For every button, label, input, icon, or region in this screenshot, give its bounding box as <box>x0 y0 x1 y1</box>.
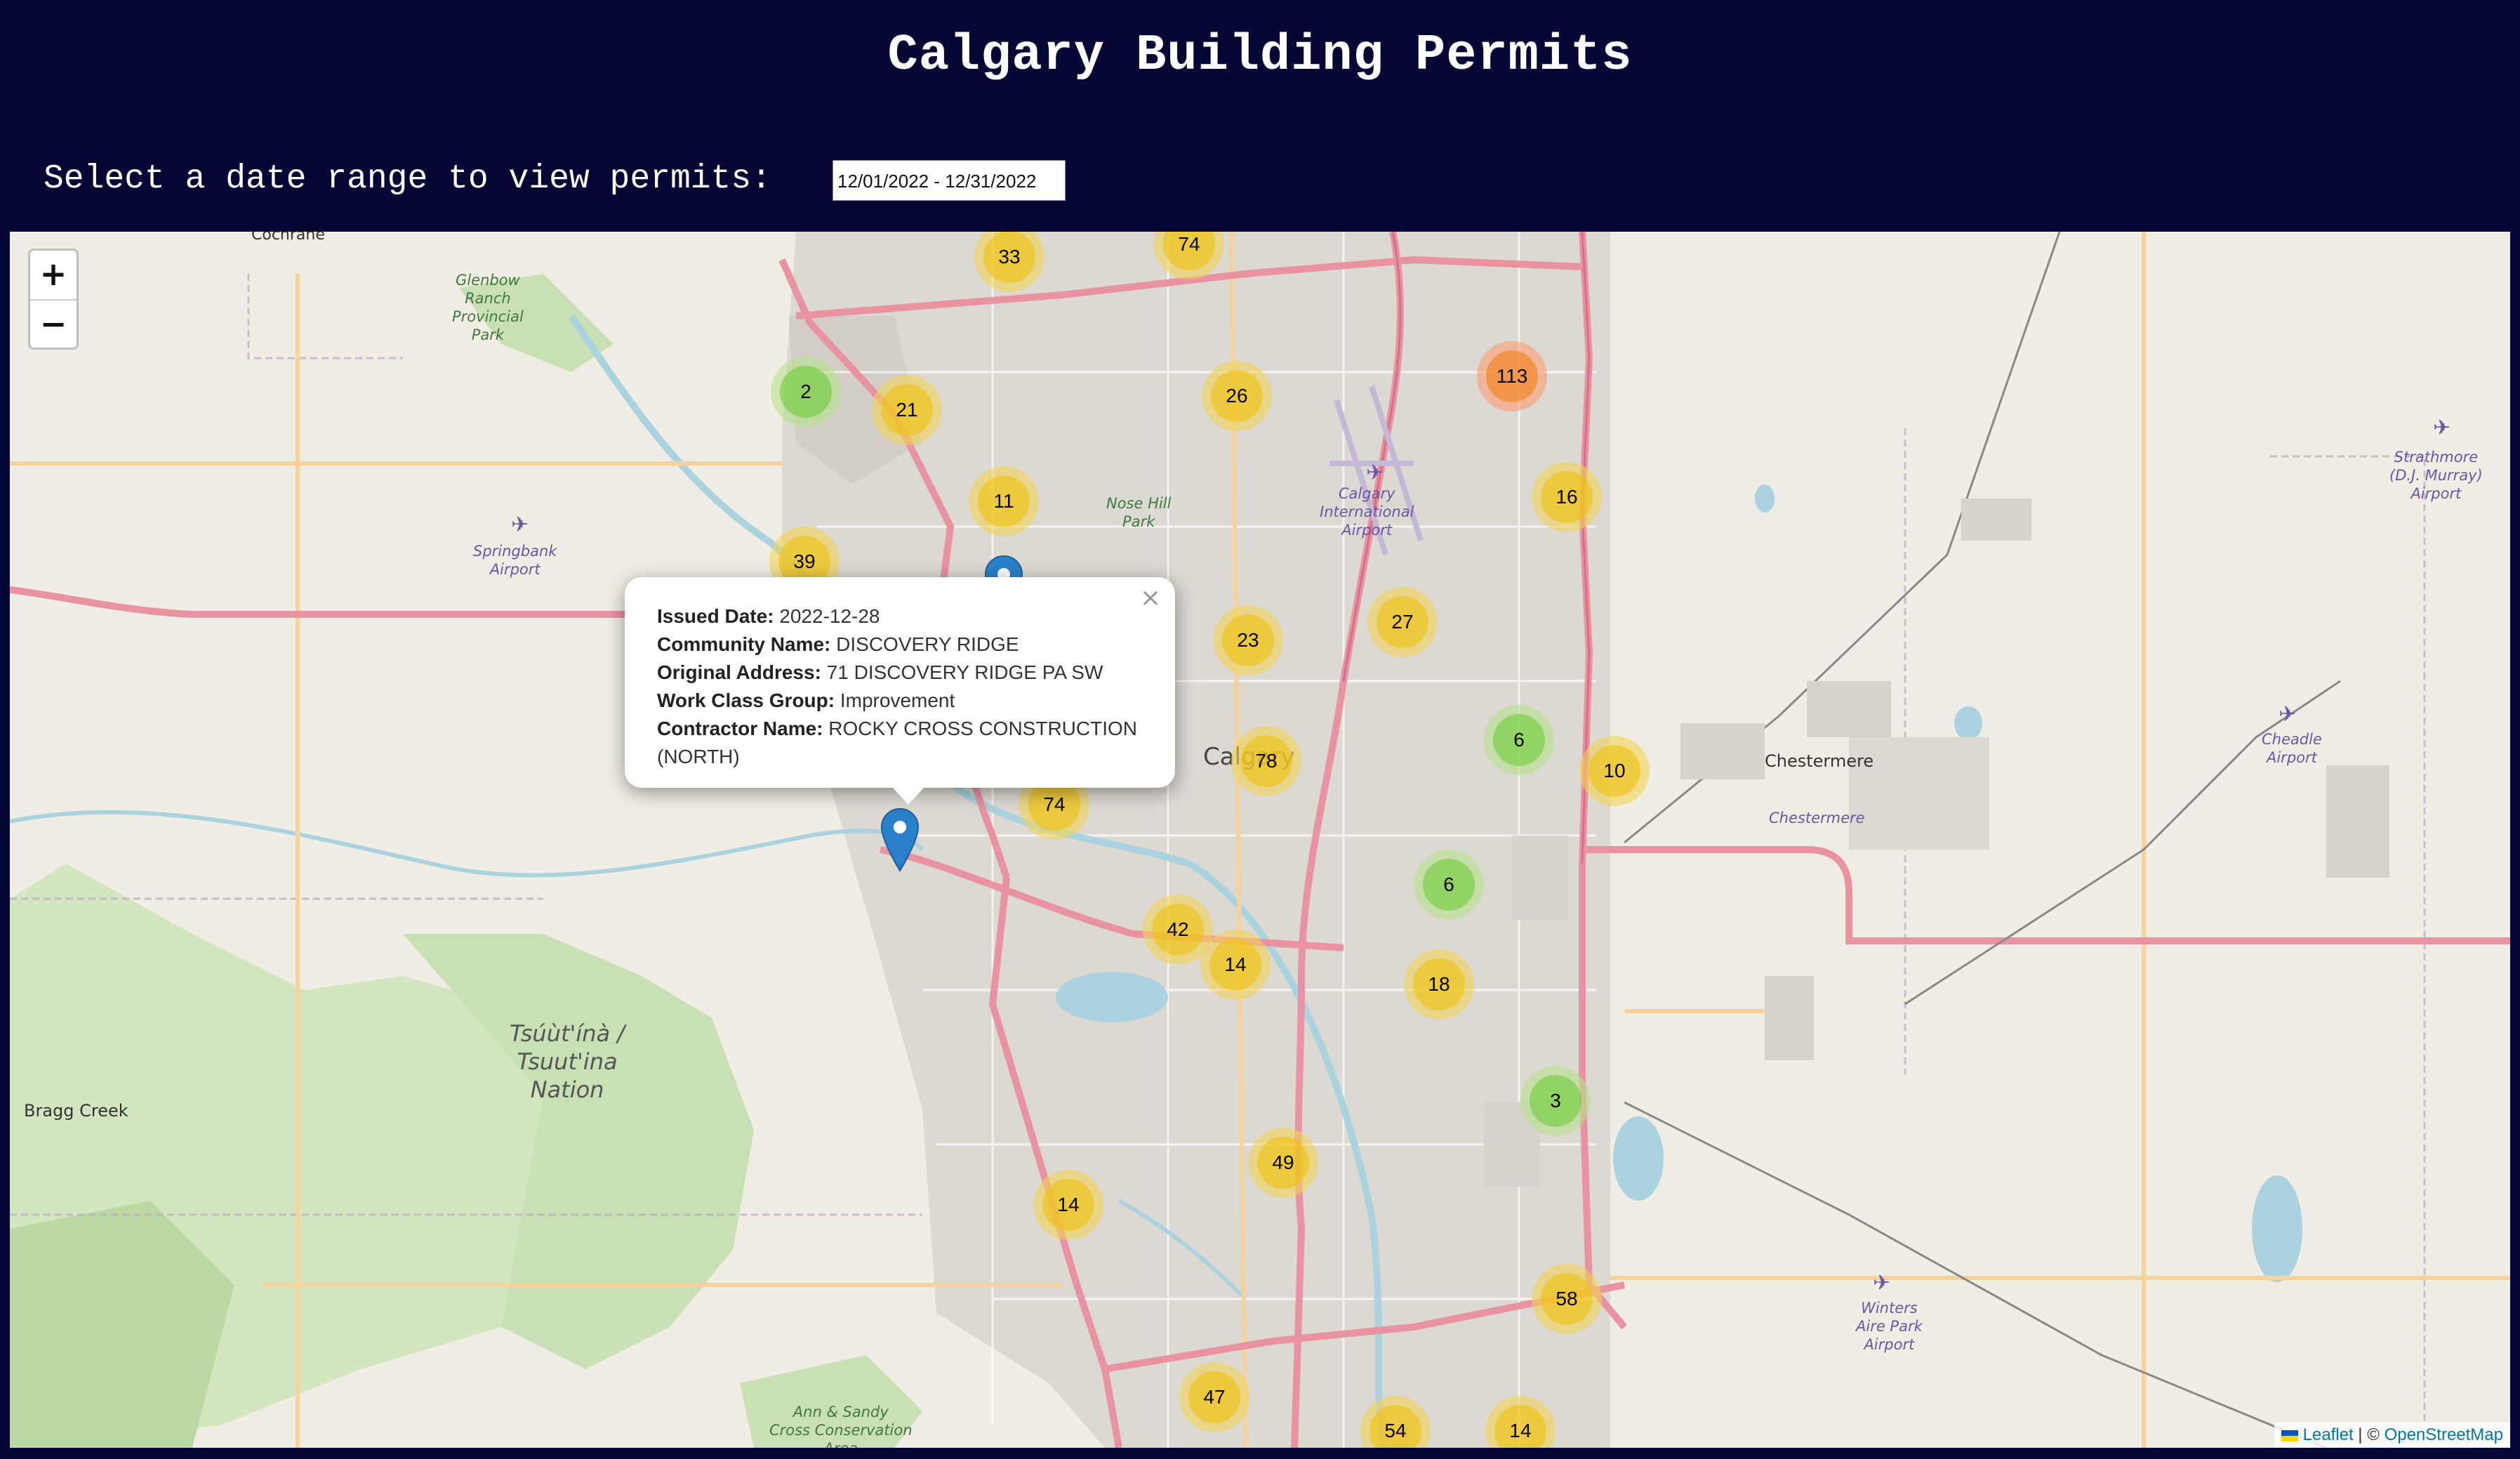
popup-work-class: Work Class Group: Improvement <box>657 687 1143 715</box>
cluster-marker[interactable]: 47 <box>1179 1362 1249 1432</box>
map-label-springbank: Springbank Airport <box>473 543 557 578</box>
cluster-count: 2 <box>780 366 832 418</box>
popup-close-button[interactable]: × <box>1140 584 1161 612</box>
popup-work-class-value: Improvement <box>840 689 955 711</box>
cluster-marker[interactable]: 11 <box>969 466 1039 536</box>
zoom-in-button[interactable]: + <box>30 251 77 299</box>
cluster-marker[interactable]: 18 <box>1404 949 1474 1019</box>
map-label-chestermere-lake: Chestermere <box>1769 810 1865 826</box>
cluster-count: 42 <box>1152 904 1204 956</box>
zoom-out-button[interactable]: − <box>30 299 77 348</box>
map-attribution: Leaflet | © OpenStreetMap <box>2274 1422 2510 1448</box>
map-label-cheadle-airport: Cheadle Airport <box>2262 731 2322 766</box>
openstreetmap-link[interactable]: OpenStreetMap <box>2385 1425 2503 1444</box>
cluster-marker[interactable]: 10 <box>1579 736 1650 806</box>
map-label-chestermere: Chestermere <box>1765 751 1874 771</box>
cluster-marker[interactable]: 23 <box>1213 605 1283 675</box>
popup-contractor: Contractor Name: ROCKY CROSS CONSTRUCTIO… <box>657 715 1143 771</box>
location-pin-icon[interactable] <box>880 807 920 872</box>
cluster-marker[interactable]: 14 <box>1033 1170 1103 1240</box>
map-label-strathmore-airport: Strathmore (D.J. Murray) Airport <box>2389 449 2483 502</box>
cluster-marker[interactable]: 6 <box>1484 705 1554 775</box>
cluster-count: 6 <box>1423 859 1475 911</box>
cluster-marker[interactable]: 14 <box>1200 930 1271 1000</box>
ukraine-flag-icon <box>2281 1430 2298 1441</box>
cluster-marker[interactable]: 3 <box>1520 1066 1591 1136</box>
cluster-count: 27 <box>1377 596 1428 648</box>
date-range-input[interactable]: 12/01/2022 - 12/31/2022 <box>833 160 1066 201</box>
cluster-count: 54 <box>1370 1405 1421 1448</box>
map-label-cochrane: Cochrane <box>251 232 325 244</box>
header: Calgary Building Permits Select a date r… <box>0 0 2520 232</box>
attribution-separator: | © <box>2358 1425 2380 1444</box>
map-label-nose-hill: Nose Hill Park <box>1106 495 1172 530</box>
popup-work-class-label: Work Class Group: <box>657 689 835 711</box>
cluster-marker[interactable]: 21 <box>872 375 942 445</box>
cluster-count: 26 <box>1211 370 1263 422</box>
cluster-count: 78 <box>1240 735 1292 787</box>
cluster-count: 74 <box>1163 232 1215 270</box>
cluster-count: 49 <box>1257 1137 1309 1189</box>
cluster-count: 18 <box>1413 958 1465 1010</box>
date-range-label: Select a date range to view permits: <box>44 160 771 198</box>
popup-issued-date: Issued Date: 2022-12-28 <box>657 602 1143 631</box>
permit-popup: × Issued Date: 2022-12-28 Community Name… <box>625 577 1175 788</box>
airport-icon: ✈ <box>1873 1271 1891 1295</box>
cluster-count: 113 <box>1486 350 1538 402</box>
cluster-count: 14 <box>1209 939 1261 991</box>
cluster-count: 6 <box>1493 714 1545 766</box>
popup-contractor-label: Contractor Name: <box>657 718 823 739</box>
cluster-marker[interactable]: 6 <box>1414 850 1484 920</box>
popup-community: Community Name: DISCOVERY RIDGE <box>657 631 1143 659</box>
cluster-marker[interactable]: 2 <box>771 357 841 427</box>
cluster-marker[interactable]: 16 <box>1532 462 1602 532</box>
map-label-calgary-airport: Calgary International Airport <box>1320 485 1414 539</box>
cluster-count: 58 <box>1541 1273 1593 1325</box>
airport-icon: ✈ <box>511 513 529 537</box>
cluster-count: 21 <box>881 384 933 436</box>
airport-icon: ✈ <box>2433 416 2451 440</box>
popup-issued-date-value: 2022-12-28 <box>779 605 880 627</box>
cluster-marker[interactable]: 78 <box>1231 726 1301 796</box>
popup-community-label: Community Name: <box>657 633 831 655</box>
airport-icon: ✈ <box>1366 461 1384 485</box>
popup-community-value: DISCOVERY RIDGE <box>836 633 1019 655</box>
airport-icon: ✈ <box>2279 702 2297 727</box>
cluster-count: 23 <box>1222 614 1274 666</box>
cluster-count: 47 <box>1188 1371 1240 1423</box>
map-label-tsuutina: Tsúùt'ínà / Tsuut'ina Nation <box>510 1020 625 1103</box>
cluster-marker[interactable]: 26 <box>1202 361 1272 431</box>
cluster-count: 33 <box>983 232 1035 283</box>
popup-address-label: Original Address: <box>657 661 821 683</box>
cluster-count: 3 <box>1530 1075 1581 1127</box>
cluster-count: 16 <box>1541 471 1593 523</box>
cluster-count: 14 <box>1042 1179 1094 1231</box>
cluster-marker[interactable]: 27 <box>1367 587 1438 657</box>
popup-address: Original Address: 71 DISCOVERY RIDGE PA … <box>657 659 1143 687</box>
map-label-glenbow: Glenbow Ranch Provincial Park <box>452 272 524 343</box>
map-label-bragg-creek: Bragg Creek <box>24 1101 128 1121</box>
cluster-marker[interactable]: 58 <box>1532 1264 1602 1334</box>
popup-tip <box>891 786 925 805</box>
map-label-winters-airport: Winters Aire Park Airport <box>1856 1300 1923 1353</box>
cluster-marker[interactable]: 113 <box>1477 341 1547 411</box>
cluster-count: 10 <box>1589 745 1640 797</box>
cluster-count: 14 <box>1494 1405 1546 1448</box>
cluster-count: 11 <box>978 475 1030 527</box>
map[interactable]: Cochrane Glenbow Ranch Provincial Park S… <box>10 232 2510 1448</box>
zoom-control: + − <box>28 249 79 350</box>
page-title: Calgary Building Permits <box>887 27 1633 84</box>
cluster-marker[interactable]: 49 <box>1248 1128 1318 1198</box>
leaflet-link[interactable]: Leaflet <box>2303 1425 2354 1444</box>
popup-address-value: 71 DISCOVERY RIDGE PA SW <box>826 661 1103 683</box>
popup-issued-date-label: Issued Date: <box>657 605 774 627</box>
map-label-ann-sandy: Ann & Sandy Cross Conservation Area <box>769 1404 913 1448</box>
